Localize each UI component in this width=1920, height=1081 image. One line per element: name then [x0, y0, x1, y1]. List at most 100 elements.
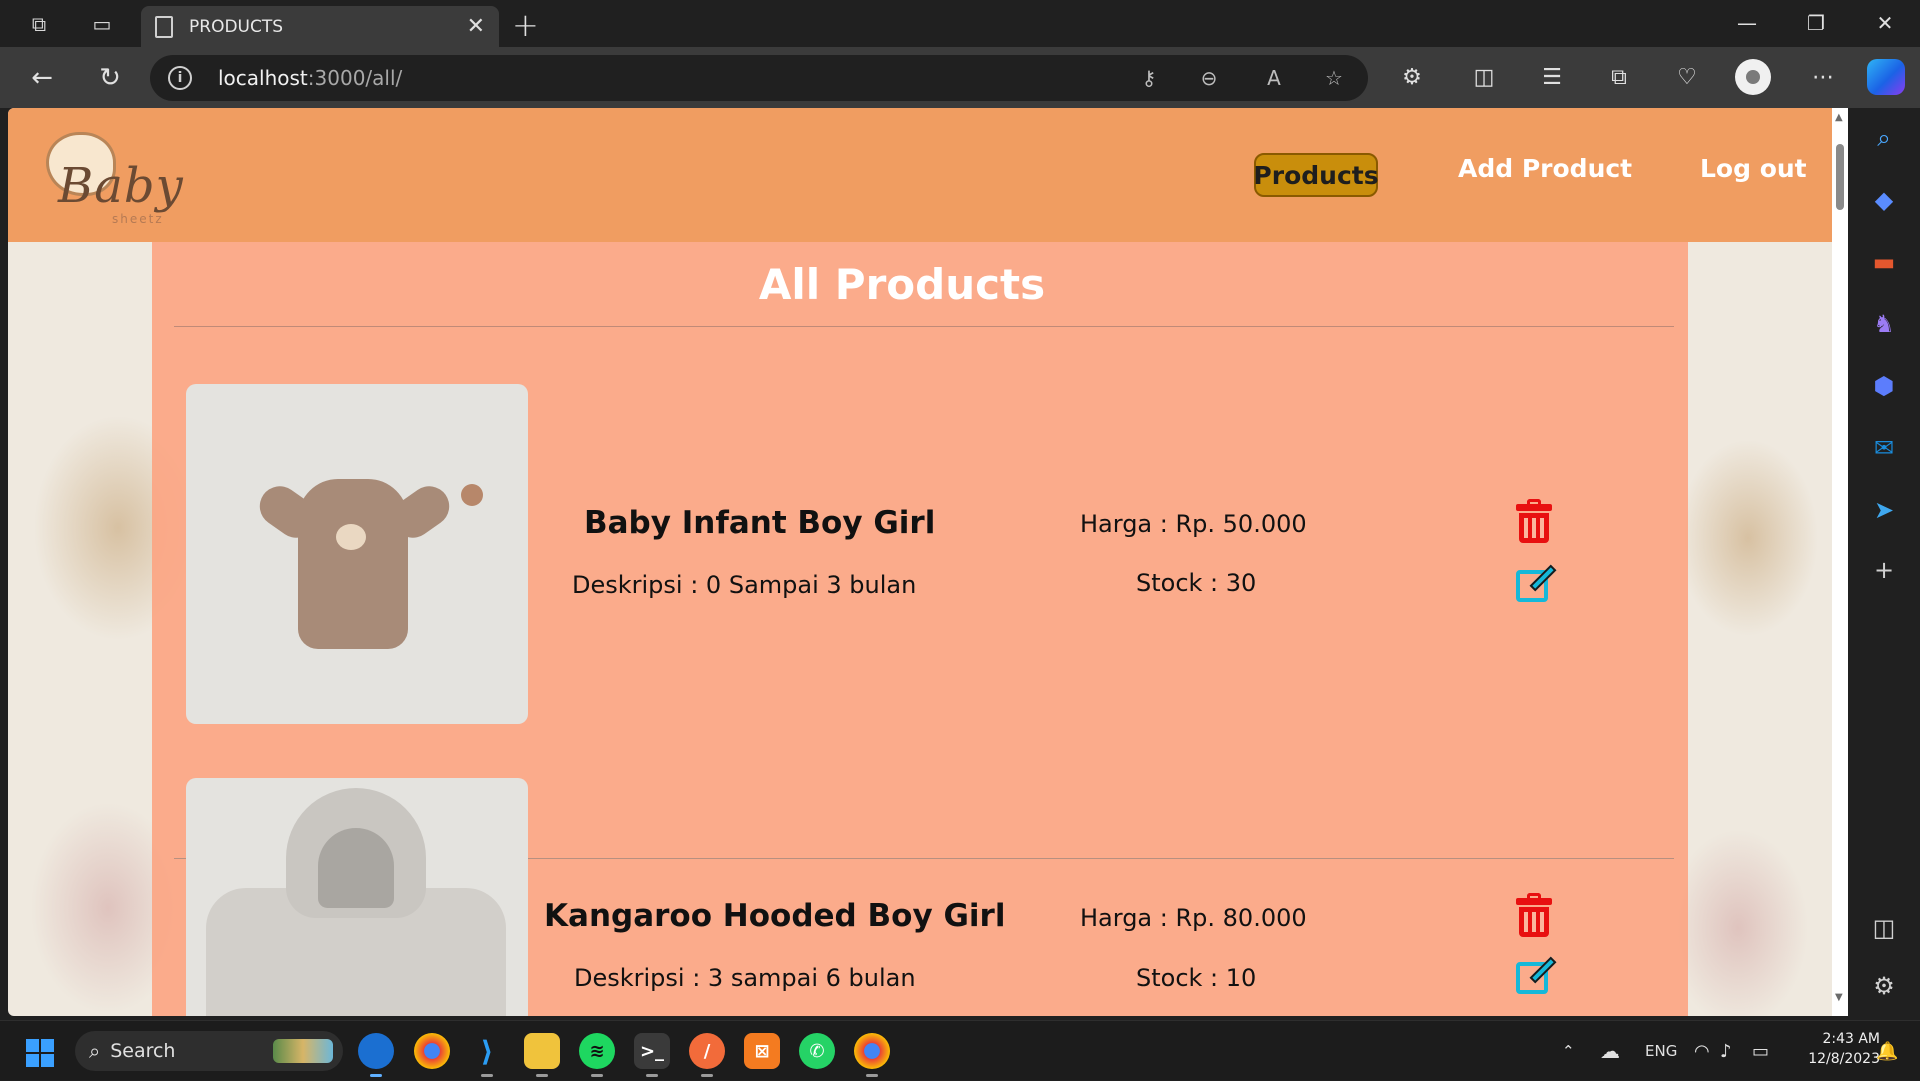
- favorites-icon[interactable]: ☰: [1535, 59, 1569, 95]
- page-title: All Products: [758, 260, 1046, 309]
- search-highlight-image: [273, 1039, 333, 1063]
- favorite-star-icon[interactable]: ☆: [1320, 65, 1348, 91]
- nav-products[interactable]: Products: [1253, 153, 1379, 197]
- notification-bell-icon[interactable]: 🔔: [1876, 1021, 1898, 1081]
- logo-text: Baby: [58, 158, 184, 214]
- games-icon[interactable]: ♞: [1868, 308, 1900, 340]
- nav-add-product[interactable]: Add Product: [1458, 154, 1632, 183]
- search-icon: ⌕: [89, 1039, 101, 1063]
- vscode-app-icon[interactable]: ⟩: [469, 1033, 505, 1077]
- browser-tab[interactable]: PRODUCTS ✕: [141, 6, 499, 47]
- profile-icon: [1746, 70, 1760, 84]
- bear-face-icon: [336, 524, 366, 550]
- send-icon[interactable]: ➤: [1868, 494, 1900, 526]
- whatsapp-app-icon[interactable]: ✆: [799, 1033, 835, 1069]
- more-options-icon[interactable]: ⋯: [1806, 59, 1840, 95]
- url-host: localhost: [218, 66, 308, 90]
- chrome-profile-app-icon[interactable]: [854, 1033, 890, 1077]
- scrollbar-thumb[interactable]: [1836, 144, 1844, 210]
- romper-illustration: [298, 479, 408, 649]
- zoom-out-icon[interactable]: ⊖: [1195, 65, 1223, 91]
- taskbar-search[interactable]: ⌕ Search: [75, 1031, 343, 1071]
- search-label: Search: [110, 1040, 176, 1062]
- site-info-icon[interactable]: i: [168, 66, 192, 90]
- tools-icon[interactable]: ▬: [1868, 246, 1900, 278]
- postman-app-icon[interactable]: /: [689, 1033, 725, 1077]
- tab-title: PRODUCTS: [189, 16, 284, 37]
- taskbar-clock[interactable]: 2:43 AM 12/8/2023: [1790, 1029, 1880, 1069]
- product-price: Harga : Rp. 50.000: [1080, 510, 1307, 538]
- clock-time: 2:43 AM: [1822, 1031, 1880, 1047]
- shopping-tag-icon[interactable]: ◆: [1868, 184, 1900, 216]
- delete-button[interactable]: [1514, 499, 1554, 544]
- add-icon[interactable]: +: [1868, 554, 1900, 586]
- clock-date: 12/8/2023: [1808, 1051, 1880, 1067]
- wooden-ball: [461, 484, 483, 506]
- language-indicator[interactable]: ENG: [1645, 1021, 1677, 1081]
- url-path: :3000/all/: [307, 66, 403, 90]
- address-bar[interactable]: i localhost:3000/all/ ⚷ ⊖ A ☆: [150, 55, 1368, 101]
- spotify-app-icon[interactable]: ≋: [579, 1033, 615, 1077]
- scroll-down-icon[interactable]: ▼: [1835, 992, 1843, 1003]
- copilot-icon[interactable]: [1867, 59, 1905, 95]
- volume-icon[interactable]: ♪: [1720, 1021, 1732, 1081]
- xampp-app-icon[interactable]: ⊠: [744, 1033, 780, 1069]
- password-key-icon[interactable]: ⚷: [1135, 65, 1163, 91]
- split-screen-icon[interactable]: ◫: [1467, 59, 1501, 95]
- show-hidden-icons-icon[interactable]: ⌃: [1562, 1021, 1575, 1081]
- scroll-up-icon[interactable]: ▲: [1835, 112, 1843, 123]
- trash-lid: [1516, 898, 1552, 905]
- close-tab-icon[interactable]: ✕: [467, 14, 485, 39]
- page-scrollbar[interactable]: ▲ ▼: [1832, 108, 1848, 1016]
- sidebar-toggle-icon[interactable]: ◫: [1868, 912, 1900, 944]
- products-panel: All Products Baby Infant Boy Girl Deskri…: [152, 242, 1688, 1016]
- back-icon[interactable]: ←: [22, 59, 62, 97]
- restore-icon[interactable]: ❐: [1791, 8, 1841, 38]
- new-tab-button[interactable]: +: [512, 6, 539, 44]
- product-description: Deskripsi : 0 Sampai 3 bulan: [572, 571, 917, 599]
- battery-icon[interactable]: ▭: [1752, 1021, 1769, 1081]
- vertical-tabs-icon[interactable]: ▭: [83, 8, 121, 40]
- product-image: [186, 384, 528, 724]
- wifi-icon[interactable]: ◠: [1694, 1021, 1710, 1081]
- read-aloud-icon[interactable]: A: [1260, 65, 1288, 91]
- browser-tab-bar: ⧉ ▭ PRODUCTS ✕ + — ❐ ✕: [0, 0, 1920, 47]
- edit-button[interactable]: [1514, 956, 1557, 996]
- windows-taskbar: ⌕ Search ⟩ ≋ >_ / ⊠ ✆ ⌃ ☁ ENG ◠ ♪ ▭ 2:43…: [0, 1020, 1920, 1080]
- delete-button[interactable]: [1514, 893, 1554, 938]
- site-header: Baby sheetz Products Add Product Log out: [8, 108, 1832, 242]
- workspaces-icon[interactable]: ⧉: [20, 8, 58, 40]
- outlook-icon[interactable]: ✉: [1868, 432, 1900, 464]
- search-icon[interactable]: ⌕: [1868, 122, 1900, 154]
- url-text[interactable]: localhost:3000/all/: [218, 66, 402, 90]
- extensions-icon[interactable]: ⚙: [1395, 59, 1429, 95]
- trash-can: [1519, 907, 1549, 937]
- edit-button[interactable]: [1514, 564, 1557, 604]
- minimize-icon[interactable]: —: [1722, 8, 1772, 38]
- onedrive-icon[interactable]: ☁: [1600, 1021, 1620, 1081]
- start-button[interactable]: [26, 1039, 54, 1067]
- site-logo[interactable]: Baby sheetz: [22, 118, 222, 228]
- page-icon: [155, 15, 173, 38]
- refresh-icon[interactable]: ↻: [90, 59, 130, 97]
- product-stock: Stock : 10: [1136, 964, 1257, 992]
- product-name: Kangaroo Hooded Boy Girl: [544, 898, 1006, 934]
- product-image: [186, 778, 528, 1016]
- collections-icon[interactable]: ⧉: [1602, 59, 1636, 95]
- browser-essentials-icon[interactable]: ♡: [1670, 59, 1704, 95]
- chrome-app-icon[interactable]: [414, 1033, 450, 1069]
- terminal-app-icon[interactable]: >_: [634, 1033, 670, 1077]
- edge-app-icon[interactable]: [358, 1033, 394, 1077]
- browser-toolbar: ← ↻ i localhost:3000/all/ ⚷ ⊖ A ☆ ⚙ ◫ ☰ …: [0, 47, 1920, 108]
- page-viewport: Baby sheetz Products Add Product Log out…: [8, 108, 1832, 1016]
- trash-can: [1519, 513, 1549, 543]
- profile-avatar[interactable]: [1735, 59, 1771, 95]
- nav-logout[interactable]: Log out: [1700, 154, 1807, 183]
- settings-icon[interactable]: ⚙: [1868, 970, 1900, 1002]
- logo-subtext: sheetz: [112, 212, 164, 226]
- edge-sidebar: ⌕ ◆ ▬ ♞ ⬢ ✉ ➤ + ◫ ⚙: [1848, 108, 1920, 1020]
- file-explorer-icon[interactable]: [524, 1033, 560, 1077]
- product-name: Baby Infant Boy Girl: [584, 505, 936, 541]
- close-window-icon[interactable]: ✕: [1860, 8, 1910, 38]
- copilot-side-icon[interactable]: ⬢: [1868, 370, 1900, 402]
